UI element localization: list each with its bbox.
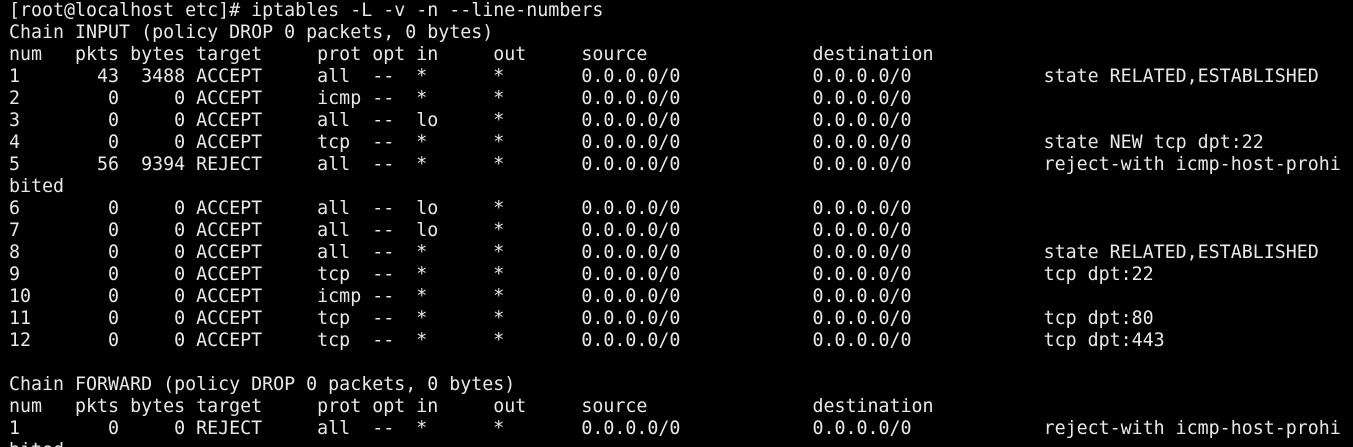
column-header: num pkts bytes target prot opt in out so… <box>9 44 934 65</box>
rule-row: 4 0 0 ACCEPT tcp -- * * 0.0.0.0/0 0.0.0.… <box>9 132 1264 153</box>
wrapped-text: bited <box>9 440 1353 447</box>
wrapped-text: bited <box>9 176 65 197</box>
terminal-output: [root@localhost etc]# iptables -L -v -n … <box>9 0 1353 447</box>
rule-row: 1 43 3488 ACCEPT all -- * * 0.0.0.0/0 0.… <box>9 66 1319 87</box>
chain-forward-header: Chain FORWARD (policy DROP 0 packets, 0 … <box>9 374 516 395</box>
rule-row: 9 0 0 ACCEPT tcp -- * * 0.0.0.0/0 0.0.0.… <box>9 264 1154 285</box>
shell-command: iptables -L -v -n --line-numbers <box>251 0 604 21</box>
rule-row: 3 0 0 ACCEPT all -- lo * 0.0.0.0/0 0.0.0… <box>9 110 912 131</box>
chain-input-header: Chain INPUT (policy DROP 0 packets, 0 by… <box>9 22 494 43</box>
rule-row: 2 0 0 ACCEPT icmp -- * * 0.0.0.0/0 0.0.0… <box>9 88 912 109</box>
shell-prompt: [root@localhost etc]# <box>9 0 252 21</box>
rule-row: 11 0 0 ACCEPT tcp -- * * 0.0.0.0/0 0.0.0… <box>9 308 1154 329</box>
rule-row: 1 0 0 REJECT all -- * * 0.0.0.0/0 0.0.0.… <box>9 418 1341 439</box>
rule-row: 5 56 9394 REJECT all -- * * 0.0.0.0/0 0.… <box>9 154 1341 175</box>
rule-row: 7 0 0 ACCEPT all -- lo * 0.0.0.0/0 0.0.0… <box>9 220 912 241</box>
rule-row: 6 0 0 ACCEPT all -- lo * 0.0.0.0/0 0.0.0… <box>9 198 912 219</box>
rule-row: 12 0 0 ACCEPT tcp -- * * 0.0.0.0/0 0.0.0… <box>9 330 1165 351</box>
terminal-window[interactable]: [root@localhost etc]# iptables -L -v -n … <box>0 0 1353 447</box>
rule-row: 8 0 0 ACCEPT all -- * * 0.0.0.0/0 0.0.0.… <box>9 242 1319 263</box>
rule-row: 10 0 0 ACCEPT icmp -- * * 0.0.0.0/0 0.0.… <box>9 286 912 307</box>
command-line: [root@localhost etc]# iptables -L -v -n … <box>9 0 1353 22</box>
column-header: num pkts bytes target prot opt in out so… <box>9 396 934 417</box>
